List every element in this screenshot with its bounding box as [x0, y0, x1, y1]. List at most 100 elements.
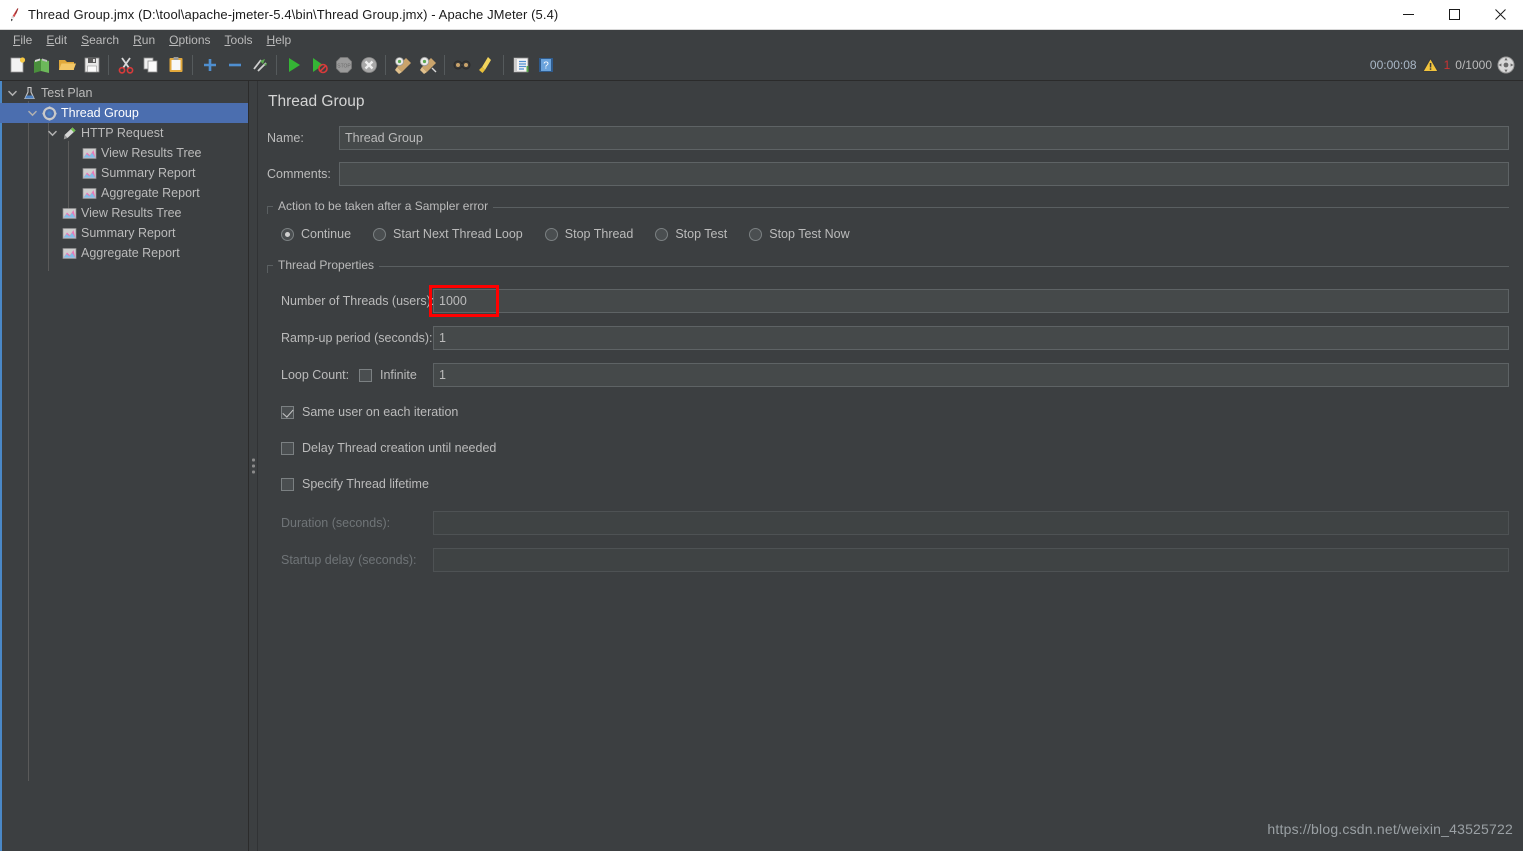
name-input[interactable] — [339, 126, 1509, 150]
collapse-all-icon[interactable] — [222, 52, 247, 78]
radio-option-stop-test[interactable]: Stop Test — [655, 227, 727, 241]
radio-button[interactable] — [749, 227, 763, 241]
menu-file[interactable]: File — [6, 32, 39, 48]
delay-thread-checkbox[interactable] — [281, 441, 294, 455]
tree-node-label: HTTP Request — [81, 126, 164, 140]
thread-properties-group-header: Thread Properties — [267, 258, 1509, 273]
tree-node-aggregate-report[interactable]: Aggregate Report — [0, 183, 248, 203]
toolbar: STOP ? 00:00:08 1 0/1000 — [0, 50, 1523, 81]
tree-node-thread-group[interactable]: Thread Group — [0, 103, 248, 123]
save-icon[interactable] — [79, 52, 104, 78]
infinite-label: Infinite — [380, 368, 417, 382]
rampup-input[interactable] — [433, 326, 1509, 350]
group-line — [379, 266, 1509, 267]
remote-engines-icon[interactable] — [1497, 56, 1515, 74]
infinite-checkbox-wrap[interactable]: Infinite — [359, 368, 433, 382]
expand-all-icon[interactable] — [197, 52, 222, 78]
open-icon[interactable] — [54, 52, 79, 78]
warning-triangle-icon[interactable] — [1421, 57, 1439, 73]
minimize-button[interactable] — [1385, 0, 1431, 30]
chevron-down-icon[interactable] — [4, 83, 20, 103]
jmeter-window: Thread Group.jmx (D:\tool\apache-jmeter-… — [0, 0, 1523, 851]
toolbar-separator — [108, 55, 109, 75]
help-icon[interactable]: ? — [533, 52, 558, 78]
chevron-down-icon[interactable] — [24, 103, 40, 123]
tree-node-summary-report[interactable]: Summary Report — [0, 223, 248, 243]
comments-input[interactable] — [339, 162, 1509, 186]
menu-search[interactable]: Search — [74, 32, 126, 48]
tree-toggle-empty — [64, 183, 80, 203]
sampler-error-radios: Continue Start Next Thread Loop Stop Threa… — [281, 227, 1509, 241]
elapsed-timer: 00:00:08 — [1369, 58, 1417, 72]
splitter-grip — [252, 458, 255, 474]
menu-edit[interactable]: Edit — [39, 32, 74, 48]
delay-thread-row[interactable]: Delay Thread creation until needed — [281, 441, 1509, 455]
panel-splitter[interactable] — [249, 81, 258, 851]
tree-node-summary-report[interactable]: Summary Report — [0, 163, 248, 183]
toolbar-separator — [385, 55, 386, 75]
clear-all-icon[interactable] — [415, 52, 440, 78]
rampup-label: Ramp-up period (seconds): — [281, 331, 433, 345]
search-icon[interactable] — [449, 52, 474, 78]
same-user-checkbox[interactable] — [281, 405, 294, 419]
infinite-checkbox[interactable] — [359, 368, 372, 382]
radio-option-continue[interactable]: Continue — [281, 227, 351, 241]
start-no-pause-icon[interactable] — [306, 52, 331, 78]
radio-button[interactable] — [373, 227, 387, 241]
same-user-row[interactable]: Same user on each iteration — [281, 405, 1509, 419]
function-helper-icon[interactable] — [508, 52, 533, 78]
listener-icon — [80, 163, 98, 183]
shutdown-icon[interactable] — [356, 52, 381, 78]
tree-node-label: Test Plan — [41, 86, 93, 100]
toolbar-status: 00:00:08 1 0/1000 — [1370, 56, 1523, 74]
start-icon[interactable] — [281, 52, 306, 78]
radio-button[interactable] — [281, 227, 294, 241]
maximize-button[interactable] — [1431, 0, 1477, 30]
radio-option-start-next-thread-loop[interactable]: Start Next Thread Loop — [373, 227, 523, 241]
menu-options[interactable]: Options — [162, 32, 217, 48]
startup-delay-input — [433, 548, 1509, 572]
tree-node-test-plan[interactable]: Test Plan — [0, 83, 248, 103]
templates-icon[interactable] — [29, 52, 54, 78]
tree-node-view-results-tree[interactable]: View Results Tree — [0, 203, 248, 223]
cut-icon[interactable] — [113, 52, 138, 78]
comments-label: Comments: — [267, 167, 331, 181]
toggle-icon[interactable] — [247, 52, 272, 78]
radio-option-stop-test-now[interactable]: Stop Test Now — [749, 227, 850, 241]
num-threads-input[interactable] — [433, 289, 1509, 313]
close-button[interactable] — [1477, 0, 1523, 30]
tree-node-label: Aggregate Report — [81, 246, 180, 260]
same-user-label: Same user on each iteration — [302, 405, 459, 419]
paste-icon[interactable] — [163, 52, 188, 78]
tree-node-http-request[interactable]: HTTP Request — [0, 123, 248, 143]
test-plan-tree[interactable]: Test Plan Thread Group HTTP Request View Re… — [0, 81, 249, 851]
clear-icon[interactable] — [390, 52, 415, 78]
specify-lifetime-checkbox[interactable] — [281, 477, 294, 491]
loop-count-input[interactable] — [433, 363, 1509, 387]
radio-label: Stop Thread — [564, 227, 634, 241]
radio-button[interactable] — [544, 227, 558, 241]
radio-button[interactable] — [655, 227, 669, 241]
menu-tools[interactable]: Tools — [218, 32, 260, 48]
menu-help[interactable]: Help — [260, 32, 299, 48]
loop-count-row: Loop Count: Infinite — [281, 363, 1509, 387]
copy-icon[interactable] — [138, 52, 163, 78]
startup-delay-label: Startup delay (seconds): — [281, 553, 417, 567]
page-title: Thread Group — [268, 93, 365, 110]
stop-icon[interactable]: STOP — [331, 52, 356, 78]
tree-toggle-empty — [64, 143, 80, 163]
toolbar-separator — [503, 55, 504, 75]
radio-label: Stop Test — [675, 227, 728, 241]
new-icon[interactable] — [4, 52, 29, 78]
tree-node-label: View Results Tree — [101, 146, 202, 160]
thread-properties-group-body: Number of Threads (users): Ramp-up perio… — [267, 273, 1509, 589]
tree-node-aggregate-report[interactable]: Aggregate Report — [0, 243, 248, 263]
search-reset-icon[interactable] — [474, 52, 499, 78]
radio-option-stop-thread[interactable]: Stop Thread — [544, 227, 634, 241]
specify-lifetime-row[interactable]: Specify Thread lifetime — [281, 477, 1509, 491]
chevron-down-icon[interactable] — [44, 123, 60, 143]
tree-node-view-results-tree[interactable]: View Results Tree — [0, 143, 248, 163]
menu-run[interactable]: Run — [126, 32, 162, 48]
menu-bar: File Edit Search Run Options Tools Help — [0, 30, 1523, 50]
